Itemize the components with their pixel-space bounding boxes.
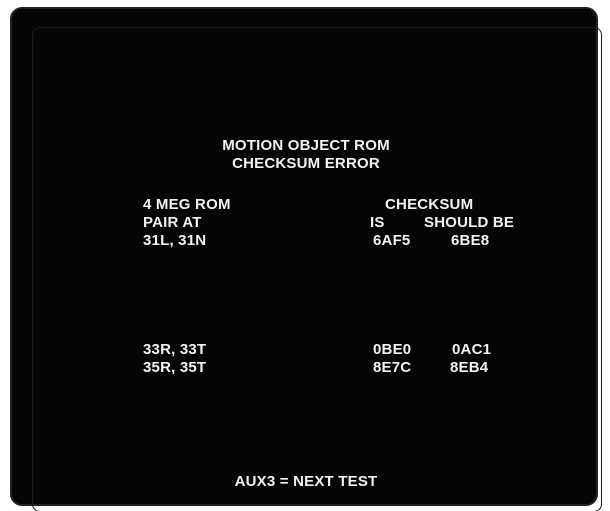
title-line-2: CHECKSUM ERROR [232, 155, 380, 172]
rom-pair: 33R, 33T [143, 341, 207, 358]
title-line-1: MOTION OBJECT ROM [222, 137, 390, 154]
rom-pair: 35R, 35T [143, 359, 207, 376]
checksum-is-value: 8E7C [373, 359, 412, 376]
crt-screen: MOTION OBJECT ROM CHECKSUM ERROR 4 MEG R… [10, 7, 602, 511]
rom-pair: 31L, 31N [143, 232, 207, 249]
checksum-should-be-value: 0AC1 [452, 341, 492, 358]
column-should-be-header: SHOULD BE [424, 214, 515, 231]
checksum-should-be-value: 8EB4 [450, 359, 489, 376]
checksum-header: CHECKSUM [385, 196, 474, 213]
checksum-is-value: 6AF5 [373, 232, 411, 249]
left-header-line-1: 4 MEG ROM [143, 196, 231, 213]
screen-frame [32, 27, 602, 511]
checksum-should-be-value: 6BE8 [451, 232, 490, 249]
checksum-is-value: 0BE0 [373, 341, 412, 358]
column-is-header: IS [370, 214, 385, 231]
left-header-line-2: PAIR AT [143, 214, 202, 231]
next-test-prompt: AUX3 = NEXT TEST [234, 473, 378, 490]
